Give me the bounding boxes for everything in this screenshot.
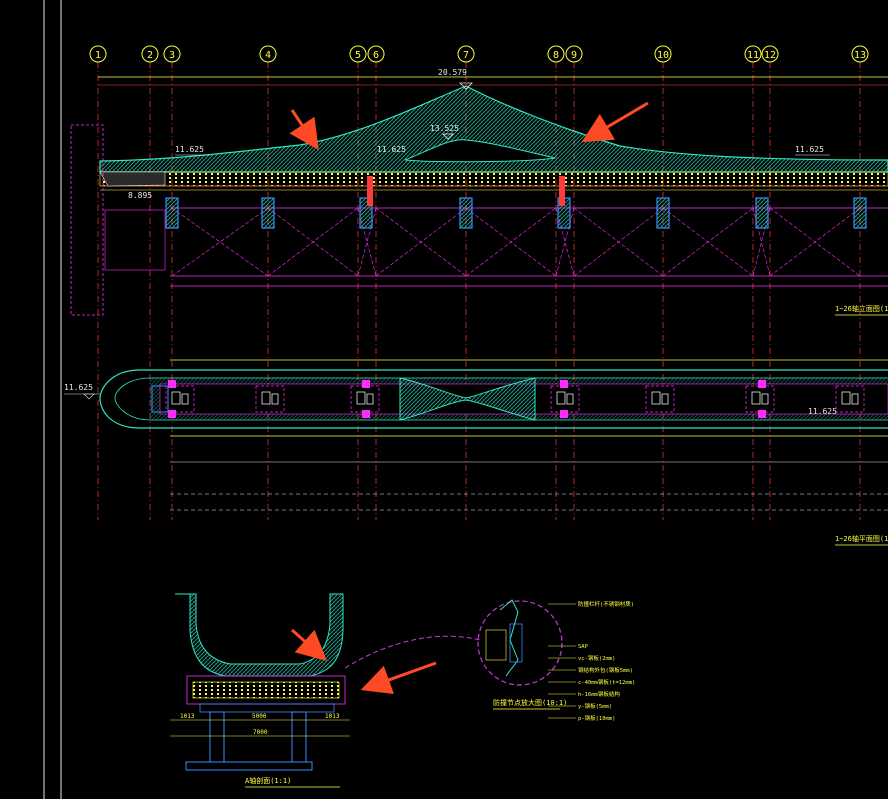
detail-callout: c-40mm钢板(t=12mm) [578, 678, 635, 686]
svg-text:5000: 5000 [252, 713, 267, 720]
elev-mark-left-inner: 11.625 [377, 145, 406, 154]
section-shell [175, 593, 344, 677]
detail-callout: 防撞栏杆(不锈钢材质) [578, 600, 634, 608]
plan-elev-right: 11.625 [808, 407, 837, 416]
svg-text:8.895: 8.895 [128, 191, 152, 200]
axis-label: 1 [95, 50, 101, 61]
svg-text:20.579: 20.579 [438, 68, 467, 77]
plan-view[interactable]: 11.625 11.625 1~26轴平面图(1:2 [64, 359, 888, 546]
svg-text:11.625: 11.625 [175, 145, 204, 154]
svg-text:1013: 1013 [325, 713, 340, 720]
red-post [559, 176, 565, 206]
detail-callout: vc-钢板(2mm) [578, 654, 616, 662]
elev-mark-right: 11.625 [795, 145, 830, 156]
detail-view-title: 防撞节点放大图(10:1) [493, 698, 567, 707]
detail-circle [477, 600, 563, 686]
svg-text:11.625: 11.625 [808, 407, 837, 416]
axis-label: 4 [265, 50, 271, 61]
svg-text:11.625: 11.625 [64, 383, 93, 392]
svg-text:11.625: 11.625 [795, 145, 824, 154]
sheet-border [43, 0, 62, 799]
arrow-4 [360, 661, 437, 695]
svg-text:11.625: 11.625 [377, 145, 406, 154]
arrow-2 [581, 101, 649, 143]
svg-text:1013: 1013 [180, 713, 195, 720]
column [261, 197, 275, 229]
section-pier [209, 711, 225, 763]
red-post [367, 176, 373, 206]
detail-callout: p-钢板(10mm) [578, 714, 616, 722]
detail-view[interactable]: 防撞栏杆(不锈钢材质) SAP vc-钢板(2mm) 钢结构外包(钢板5mm) c-40… [344, 599, 635, 722]
column [853, 197, 867, 229]
axis-label: 3 [169, 50, 175, 61]
top-dimension-line [98, 76, 888, 86]
axis-label: 13 [854, 50, 866, 61]
svg-text:13.525: 13.525 [430, 124, 459, 133]
axis-label: 10 [657, 50, 669, 61]
detail-callout: h-16mm钢板结构 [578, 690, 620, 698]
section-view-title: A轴剖面(1:1) [245, 776, 291, 785]
elev-mark-left: 11.625 [175, 145, 210, 156]
elevation-view-title: 1~26轴立面图(1: [835, 304, 888, 313]
svg-text:7000: 7000 [253, 729, 268, 736]
axis-label: 9 [571, 50, 577, 61]
plan-view-title: 1~26轴平面图(1:2 [835, 534, 888, 543]
cad-drawing-canvas[interactable]: 1 2 3 4 5 6 7 8 9 10 11 12 13 20.579 13.525 11.625 [0, 0, 888, 799]
bridge-end-left [99, 171, 166, 187]
axis-label: 6 [373, 50, 379, 61]
detail-callout: SAP [578, 644, 589, 650]
detail-leader [344, 635, 481, 669]
section-view[interactable]: 1013 5000 1013 7000 A轴剖面(1:1) [170, 593, 350, 788]
deck-band [99, 171, 888, 187]
arrow-1 [289, 109, 319, 150]
elevation-view[interactable]: 20.579 13.525 11.625 11.625 11.625 8.895… [70, 68, 888, 316]
detail-callout: y-钢板(5mm) [578, 702, 612, 710]
axis-label: 5 [355, 50, 361, 61]
axis-label: 11 [747, 50, 759, 61]
column [459, 197, 473, 229]
elev-mark-low: 8.895 [128, 191, 152, 200]
column [165, 197, 179, 229]
column [656, 197, 670, 229]
plan-elev-left: 11.625 [64, 383, 100, 400]
detail-callout: 钢结构外包(钢板5mm) [578, 666, 633, 674]
axis-label: 12 [764, 50, 776, 61]
axis-label: 8 [553, 50, 559, 61]
axis-label: 7 [463, 50, 469, 61]
axis-label: 2 [147, 50, 153, 61]
arrow-3 [291, 628, 327, 661]
truss-structure [170, 207, 888, 287]
column [755, 197, 769, 229]
